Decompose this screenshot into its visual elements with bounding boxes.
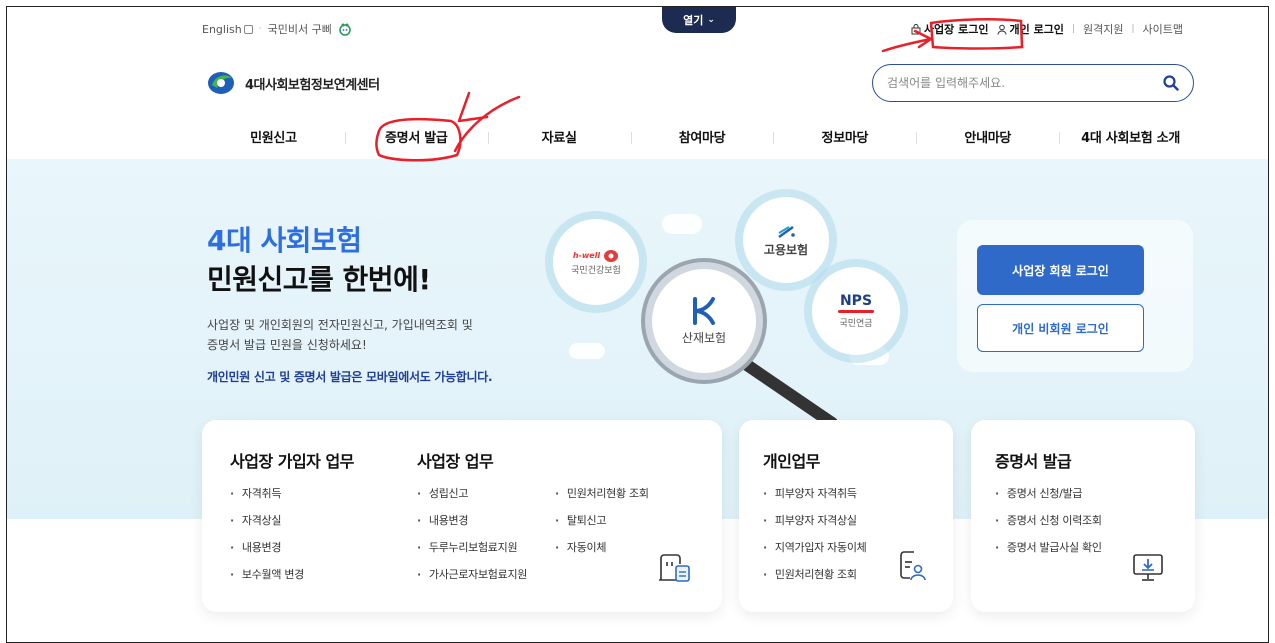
nps-swoosh [838,310,874,313]
secretary-link[interactable]: 국민비서 구삐 [268,21,332,37]
list-item[interactable]: 피부양자 자격취득 [763,487,866,514]
list-item[interactable]: 민원처리현황 조회 [555,487,649,514]
chevron-down-icon: ⌄ [707,15,715,25]
health-insurance-label: 국민건강보험 [571,265,621,276]
search-input[interactable] [887,76,1163,90]
nav-about[interactable]: 4대 사회보험 소개 [1059,127,1202,146]
open-menu-tab[interactable]: 열기 ⌄ [662,7,736,33]
open-tab-label: 열기 [683,14,704,27]
hero-title-line2: 민원신고를 한번에! [207,263,431,296]
list-item[interactable]: 자동이체 [555,541,649,568]
nav-guide[interactable]: 안내마당 [916,127,1059,146]
list-item[interactable]: 성립신고 [417,487,527,514]
nps-brand-text: NPS [839,293,873,309]
list-item[interactable]: 탈퇴신고 [555,514,649,541]
list-item[interactable]: 지역가입자 자동이체 [763,541,867,568]
personal-nonmember-login-button[interactable]: 개인 비회원 로그인 [977,304,1144,352]
lock-icon [911,23,921,34]
biz-service-card: 사업장 가입자 업무 자격취득 자격상실 내용변경 보수월액 변경 사업장 업무… [202,420,722,612]
nav-civil-report[interactable]: 민원신고 [202,127,345,146]
nps-bubble: NPS 국민연금 [812,267,900,355]
industrial-accident-bubble: 산재보험 [652,269,756,373]
site-logo[interactable]: 4대사회보험정보연계센터 [205,69,380,97]
monitor-download-icon [1133,554,1163,581]
nav-library[interactable]: 자료실 [487,127,631,146]
logo-emblem-icon [208,72,234,94]
personal-list: 피부양자 자격취득 피부양자 자격상실 지역가입자 자동이체 민원처리현황 조회 [763,487,867,595]
personal-service-card: 개인업무 피부양자 자격취득 피부양자 자격상실 지역가입자 자동이체 민원처리… [739,420,953,612]
employment-insurance-bubble: 고용보험 [743,197,829,283]
certificate-title: 증명서 발급 [995,452,1072,471]
hwell-brand-text: h-well [572,251,601,260]
biz-login-link[interactable]: 사업장 로그인 [911,21,989,37]
nps-label: 국민연금 [839,319,873,329]
sitemap-link[interactable]: 사이트맵 [1143,21,1183,37]
page-frame: English · 국민비서 구삐 사업장 로그인 개인 로그인 | 원격지원 … [6,6,1269,643]
building-document-icon [659,554,690,582]
nav-certificate[interactable]: 증명서 발급 [344,127,488,146]
certificate-list: 증명서 신청/발급 증명서 신청 이력조회 증명서 발급사실 확인 [995,487,1102,568]
certificate-service-card: 증명서 발급 증명서 신청/발급 증명서 신청 이력조회 증명서 발급사실 확인 [971,420,1195,612]
logo-text: 4대사회보험정보연계센터 [245,77,380,93]
person-document-icon [900,551,926,581]
accident-logo-icon [693,296,715,325]
main-nav: 민원신고 증명서 발급 자료실 참여마당 정보마당 안내마당 4대 사회보험 소… [202,124,1202,148]
employment-logo-icon [778,225,795,238]
hero-description: 사업장 및 개인회원의 전자민원신고, 가입내역조회 및 증명서 발급 민원을 … [207,318,473,352]
list-item[interactable]: 증명서 신청/발급 [995,487,1102,514]
cloud-decoration [662,214,702,234]
personal-title: 개인업무 [763,452,820,471]
list-item[interactable]: 보수월액 변경 [230,568,304,595]
biz-list-col1: 성립신고 내용변경 두루누리보험료지원 가사근로자보험료지원 [417,487,528,595]
search-box [872,64,1194,102]
cloud-decoration [569,343,605,359]
list-item[interactable]: 민원처리현황 조회 [763,568,866,595]
list-item[interactable]: 두루누리보험료지원 [417,541,527,568]
heart-logo-icon [604,249,619,262]
biz-title: 사업장 업무 [417,452,494,471]
nav-info[interactable]: 정보마당 [773,127,916,146]
remote-support-link[interactable]: 원격지원 [1083,21,1123,37]
external-link-icon [243,25,253,34]
employment-insurance-label: 고용보험 [763,242,809,257]
list-item[interactable]: 내용변경 [230,541,304,568]
english-link[interactable]: English [202,23,253,36]
list-item[interactable]: 증명서 신청 이력조회 [995,514,1102,541]
hero-mobile-note: 개인민원 신고 및 증명서 발급은 모바일에서도 가능합니다. [207,370,493,384]
nav-participation[interactable]: 참여마당 [630,127,774,146]
person-icon [997,24,1006,35]
secretary-mascot-icon [339,23,351,36]
biz-member-title: 사업장 가입자 업무 [230,452,354,471]
personal-login-link[interactable]: 개인 로그인 [997,21,1064,37]
hero-title-line1: 4대 사회보험 [207,224,362,257]
biz-list-col2: 민원처리현황 조회 탈퇴신고 자동이체 [555,487,649,568]
list-item[interactable]: 가사근로자보험료지원 [417,568,528,595]
health-insurance-bubble: h-well 국민건강보험 [553,219,639,305]
list-item[interactable]: 증명서 발급사실 확인 [995,541,1102,568]
biz-member-login-button[interactable]: 사업장 회원 로그인 [977,245,1144,295]
list-item[interactable]: 자격상실 [230,514,304,541]
list-item[interactable]: 자격취득 [230,487,304,514]
list-item[interactable]: 피부양자 자격상실 [763,514,866,541]
list-item[interactable]: 내용변경 [417,514,527,541]
industrial-accident-label: 산재보험 [681,330,727,345]
search-icon[interactable] [1163,75,1179,91]
biz-member-list: 자격취득 자격상실 내용변경 보수월액 변경 [230,487,304,595]
